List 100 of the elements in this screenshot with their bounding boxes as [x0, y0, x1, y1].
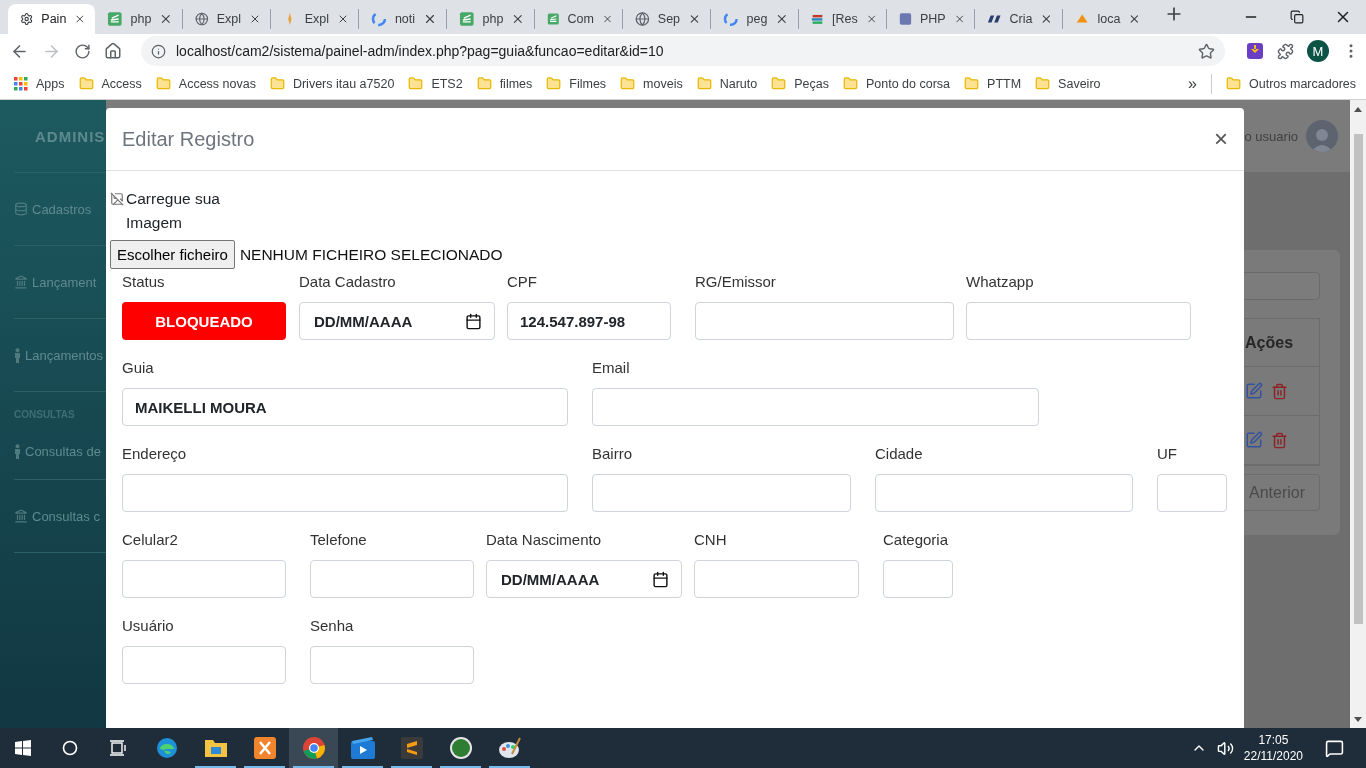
- profile-avatar[interactable]: M: [1307, 40, 1329, 62]
- scroll-up-icon[interactable]: [1354, 106, 1362, 112]
- field-label: UF: [1157, 444, 1178, 464]
- bookmark-folder[interactable]: Saveiro: [1035, 76, 1101, 91]
- bookmark-folder[interactable]: Ponto do corsa: [843, 76, 951, 91]
- download-icon[interactable]: [1246, 42, 1264, 60]
- close-icon[interactable]: [775, 12, 789, 26]
- text-field[interactable]: [694, 560, 859, 598]
- field-label: Email: [592, 358, 631, 378]
- restore-icon[interactable]: [1290, 10, 1304, 24]
- text-field[interactable]: [1157, 474, 1227, 512]
- info-icon[interactable]: [151, 43, 166, 59]
- bookmark-folder[interactable]: Outros marcadores: [1226, 76, 1356, 91]
- field-label: Categoria: [883, 530, 950, 550]
- field-label: Usuário: [122, 616, 175, 636]
- home-icon[interactable]: [104, 42, 122, 60]
- calendar-icon[interactable]: [652, 570, 669, 588]
- date-field[interactable]: DD/MM/AAAA: [486, 560, 682, 598]
- sidebar-item-icon: [14, 444, 21, 459]
- bookmark-folder[interactable]: Access: [78, 76, 142, 91]
- bookmark-folder[interactable]: filmes: [476, 76, 533, 91]
- browser-tab[interactable]: noti: [359, 4, 446, 34]
- swirl-icon: [154, 736, 179, 760]
- bookmark-folder[interactable]: Drivers itau a7520: [269, 76, 395, 91]
- text-field[interactable]: [122, 646, 286, 684]
- close-icon[interactable]: [74, 12, 86, 26]
- user-label: o usuario: [1244, 128, 1298, 144]
- puzzle-icon[interactable]: [1277, 42, 1294, 60]
- image-alt-text: Carregue sua Imagem: [126, 189, 221, 233]
- browser-tab[interactable]: Pain: [8, 4, 95, 34]
- bookmark-folder[interactable]: PTTM: [964, 76, 1022, 91]
- browser-tab[interactable]: Expl: [271, 4, 358, 34]
- browser-tab[interactable]: Expl: [183, 4, 270, 34]
- close-icon[interactable]: [511, 12, 525, 26]
- folder-icon: [269, 76, 285, 91]
- calendar-icon[interactable]: [465, 312, 482, 330]
- close-icon[interactable]: [423, 12, 437, 26]
- browser-tab[interactable]: php: [447, 4, 534, 34]
- close-icon[interactable]: [1040, 12, 1053, 26]
- text-field[interactable]: [966, 302, 1191, 340]
- stack-icon: [547, 11, 560, 27]
- speaker-icon[interactable]: [1216, 739, 1234, 757]
- reload-icon[interactable]: [74, 42, 91, 60]
- status-select[interactable]: BLOQUEADO: [122, 302, 286, 340]
- choose-file-button[interactable]: Escolher ficheiro: [110, 240, 235, 269]
- badge-icon: [448, 736, 473, 760]
- bookmark-folder[interactable]: Filmes: [546, 76, 607, 91]
- bookmark-folder[interactable]: moveis: [620, 76, 683, 91]
- palette-icon: [497, 736, 522, 760]
- text-field[interactable]: MAIKELLI MOURA: [122, 388, 568, 426]
- field-label: Whatzapp: [966, 272, 1035, 292]
- text-field[interactable]: [875, 474, 1133, 512]
- field-label: Endereço: [122, 444, 188, 464]
- close-icon[interactable]: [1128, 12, 1141, 26]
- close-button[interactable]: ×: [1214, 127, 1228, 151]
- folder-icon: [771, 76, 787, 91]
- notification-icon[interactable]: [1325, 738, 1344, 758]
- text-field[interactable]: 124.547.897-98: [507, 302, 671, 340]
- grid-icon: [14, 76, 28, 91]
- close-icon[interactable]: [159, 12, 173, 26]
- text-field[interactable]: [122, 560, 286, 598]
- address-bar[interactable]: localhost/cam2/sistema/painel-adm/index.php?pag=guia&funcao=editar&id=10: [141, 36, 1225, 66]
- dialog-title: Editar Registro: [122, 127, 255, 151]
- scrollbar[interactable]: [1350, 100, 1366, 728]
- windows-start-icon[interactable]: [15, 740, 31, 756]
- text-field[interactable]: [592, 388, 1039, 426]
- browser-tab[interactable]: [Res: [799, 4, 886, 34]
- date-field[interactable]: DD/MM/AAAA: [299, 302, 495, 340]
- text-field[interactable]: [883, 560, 953, 598]
- field-label: Data Nascimento: [486, 530, 603, 550]
- column-header: Ações: [1245, 333, 1294, 352]
- apps-shortcut[interactable]: Apps: [14, 76, 65, 91]
- browser-tab[interactable]: Sep: [623, 4, 710, 34]
- bookmark-folder[interactable]: Access novas: [155, 76, 256, 91]
- text-field[interactable]: [122, 474, 568, 512]
- folder-icon: [696, 76, 712, 91]
- bookmark-folder[interactable]: ETS2: [408, 76, 463, 91]
- text-field[interactable]: [310, 646, 474, 684]
- text-field[interactable]: [592, 474, 851, 512]
- text-field[interactable]: [310, 560, 474, 598]
- field-label: Cidade: [875, 444, 924, 464]
- more-bookmarks-button[interactable]: »: [1188, 74, 1197, 93]
- browser-tab[interactable]: peg: [711, 4, 798, 34]
- star-icon[interactable]: [1198, 42, 1215, 60]
- clock[interactable]: 17:05 22/11/2020: [1233, 732, 1313, 764]
- task-view-icon[interactable]: [109, 740, 127, 756]
- sidebar-item-icon: [14, 202, 28, 216]
- bookmark-folder[interactable]: Peças: [771, 76, 829, 91]
- browser-tab[interactable]: php: [95, 4, 182, 34]
- browser-tab[interactable]: Cria: [975, 4, 1062, 34]
- bookmark-folder[interactable]: Naruto: [696, 76, 758, 91]
- g-ring-icon: [371, 11, 387, 27]
- text-field[interactable]: [695, 302, 954, 340]
- browser-tab[interactable]: PHP: [887, 4, 974, 34]
- scroll-down-icon[interactable]: [1354, 717, 1362, 723]
- search-icon[interactable]: [62, 740, 78, 756]
- browser-tab[interactable]: Com: [535, 4, 622, 34]
- field-label: RG/Emissor: [695, 272, 777, 292]
- field-label: Status: [122, 272, 166, 292]
- browser-tab[interactable]: loca: [1063, 4, 1150, 34]
